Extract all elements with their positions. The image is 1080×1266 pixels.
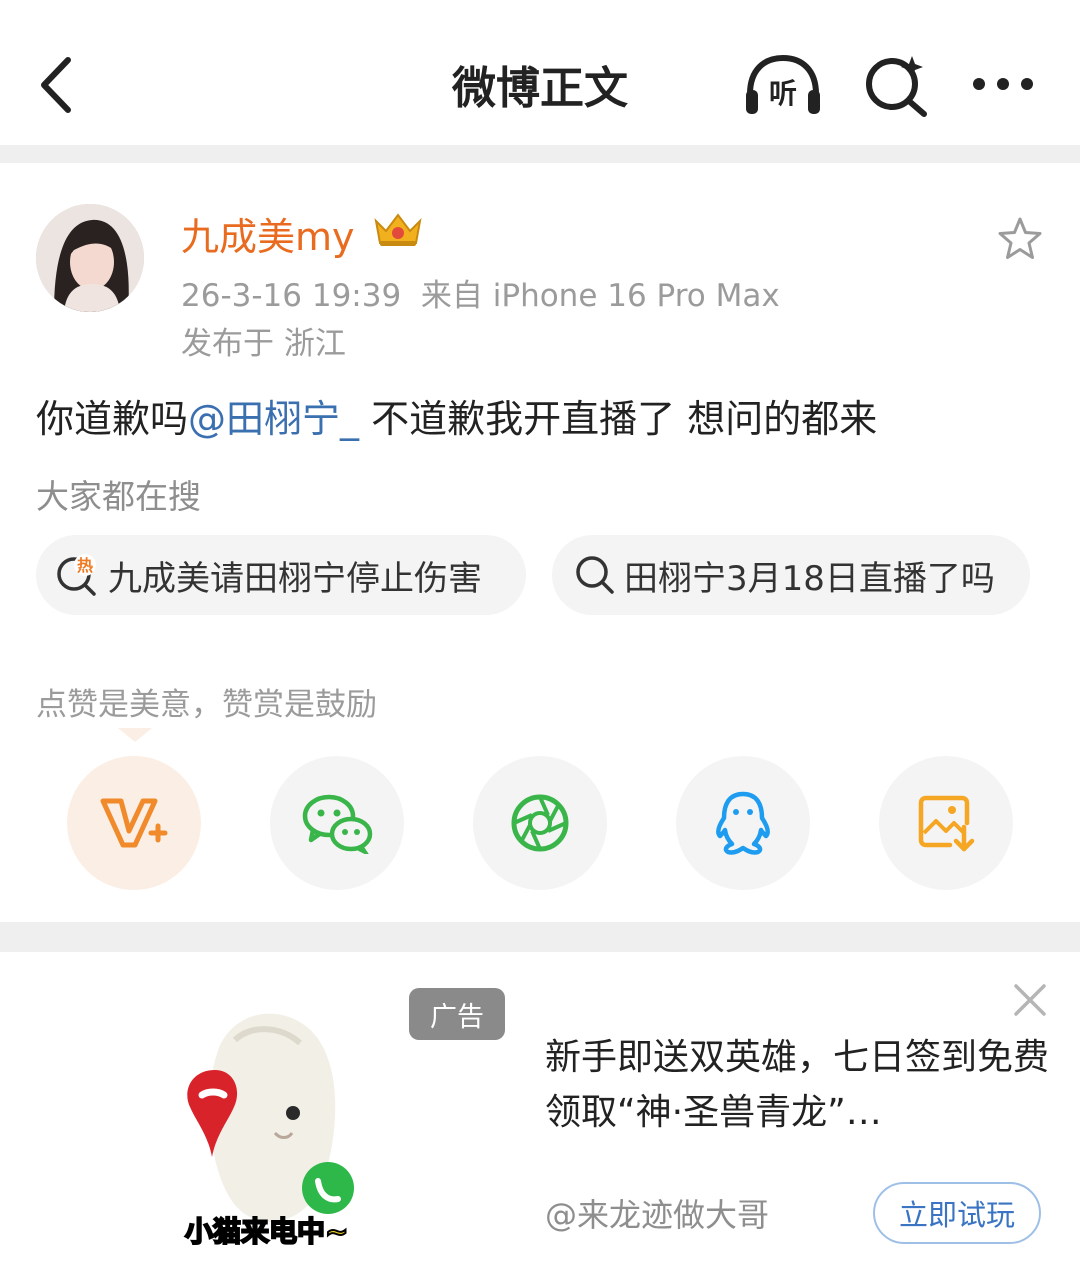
ai-search-icon[interactable] (862, 52, 930, 118)
wechat-icon (302, 794, 373, 854)
section-divider (0, 145, 1080, 163)
favorite-star-icon[interactable] (996, 215, 1044, 263)
save-image-icon (918, 795, 975, 852)
share-moments-button[interactable] (473, 756, 607, 890)
section-divider (0, 922, 1080, 952)
try-now-button[interactable]: 立即试玩 (873, 1182, 1041, 1244)
hot-search-icon: 热 (57, 554, 96, 596)
mention-link[interactable]: @田栩宁_ (188, 397, 359, 441)
trending-search-label: 大家都在搜 (36, 477, 201, 516)
top-navigation-bar: 微博正文 听 (0, 0, 1080, 145)
reward-hint: 点赞是美意，赞赏是鼓励 (36, 687, 377, 723)
username[interactable]: 九成美my (181, 206, 355, 261)
ellipsis-icon[interactable] (970, 72, 1036, 96)
search-icon (576, 556, 614, 594)
search-chip-hot[interactable]: 热 九成美请田栩宁停止伤害 (36, 535, 526, 615)
moments-icon (511, 794, 569, 852)
post-content: 你道歉吗@田栩宁_ 不道歉我开直播了 想问的都来 (36, 388, 877, 443)
post-source: 来自 iPhone 16 Pro Max (420, 278, 780, 314)
save-image-button[interactable] (879, 756, 1013, 890)
chevron-left-icon[interactable] (30, 50, 90, 120)
ad-headline[interactable]: 新手即送双英雄，七日签到免费领取“神·圣兽青龙”… (545, 1030, 1055, 1140)
tooltip-pointer (118, 728, 152, 742)
weibo-reward-icon (100, 798, 168, 848)
search-chip-text: 田栩宁3月18日直播了吗 (624, 558, 995, 599)
content-text-2: 不道歉我开直播了 想问的都来 (359, 397, 878, 441)
post-meta: 26-3-16 19:39 来自 iPhone 16 Pro Max (181, 270, 780, 315)
post-location: 发布于 浙江 (181, 326, 346, 362)
search-chip-text: 九成美请田栩宁停止伤害 (108, 558, 482, 599)
avatar[interactable] (36, 204, 144, 312)
hot-badge-text: 热 (77, 556, 93, 575)
share-qq-button[interactable] (676, 756, 810, 890)
qq-icon (716, 791, 770, 855)
ad-image-caption: 小猫来电中~ (184, 1214, 349, 1249)
vip-crown-icon (374, 213, 422, 246)
close-icon[interactable] (1012, 982, 1048, 1018)
search-chip[interactable]: 田栩宁3月18日直播了吗 (552, 535, 1030, 615)
page-title: 微博正文 (452, 63, 628, 114)
share-wechat-button[interactable] (270, 756, 404, 890)
content-text: 你道歉吗 (36, 397, 189, 441)
ad-source[interactable]: @来龙迹做大哥 (545, 1190, 769, 1236)
post-time: 26-3-16 19:39 (181, 278, 402, 314)
listen-label: 听 (769, 77, 797, 110)
ad-badge: 广告 (409, 988, 505, 1040)
listen-icon[interactable]: 听 (742, 52, 824, 118)
reward-button[interactable] (67, 756, 201, 890)
